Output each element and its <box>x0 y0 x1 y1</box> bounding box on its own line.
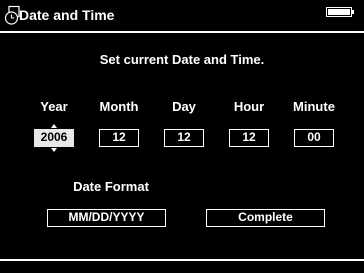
footer-divider <box>0 259 364 261</box>
day-label: Day <box>172 99 196 114</box>
header-divider <box>0 31 364 33</box>
year-field[interactable]: 2006 <box>34 129 74 147</box>
year-label: Year <box>40 99 68 114</box>
instruction-text: Set current Date and Time. <box>99 52 265 67</box>
hour-field[interactable]: 12 <box>229 129 269 147</box>
date-format-label: Date Format <box>73 179 149 194</box>
minute-label: Minute <box>293 99 335 114</box>
day-field[interactable]: 12 <box>164 129 204 147</box>
battery-icon <box>326 7 354 17</box>
month-label: Month <box>99 99 139 114</box>
page-title: Date and Time <box>19 7 115 23</box>
decrement-arrow-icon[interactable] <box>51 148 57 152</box>
minute-field[interactable]: 00 <box>294 129 334 147</box>
month-field[interactable]: 12 <box>99 129 139 147</box>
date-format-select[interactable]: MM/DD/YYYY <box>47 209 166 227</box>
hour-label: Hour <box>233 99 265 114</box>
title-bar: Date and Time <box>0 0 364 31</box>
complete-button[interactable]: Complete <box>206 209 325 227</box>
increment-arrow-icon[interactable] <box>51 124 57 128</box>
